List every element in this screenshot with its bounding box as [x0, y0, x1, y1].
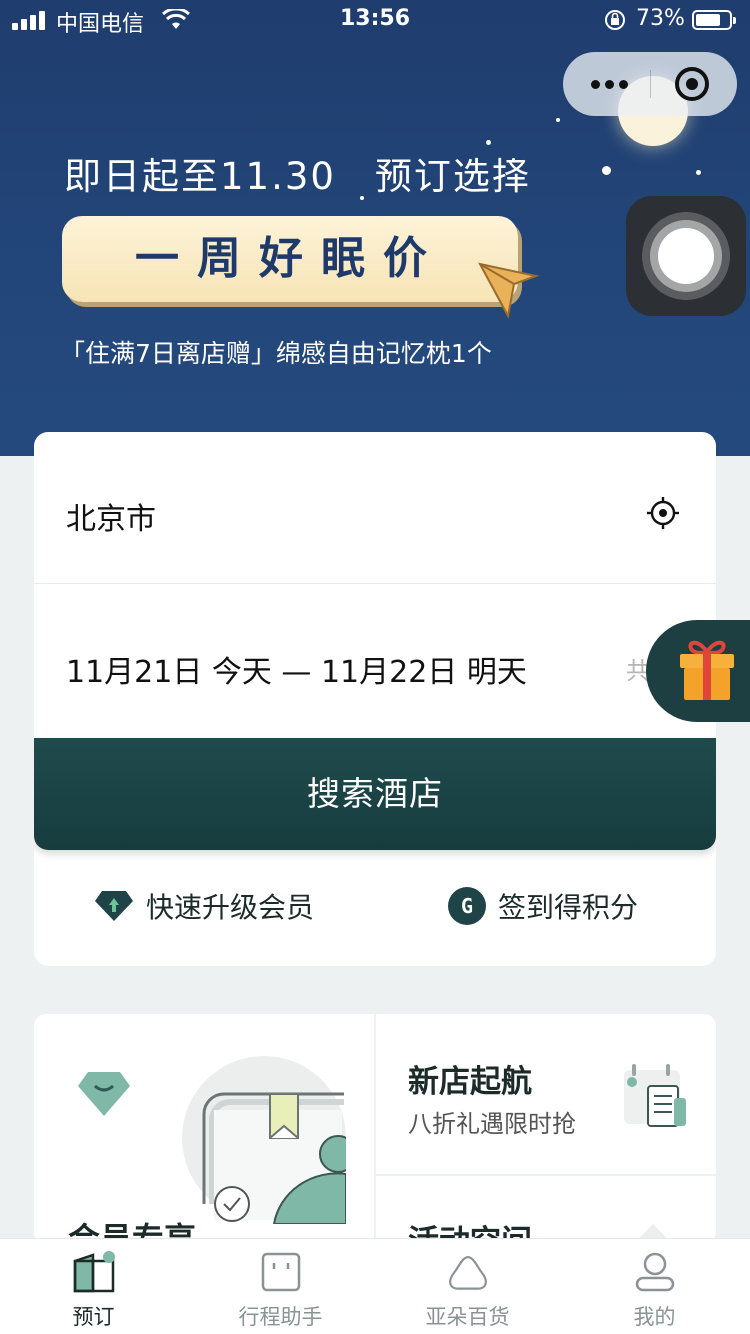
new-store-title[interactable]: 新店起航 — [408, 1056, 532, 1101]
checkin-points-label: 签到得积分 — [498, 891, 639, 924]
promo-headline: 即日起至11.30 预订选择 — [64, 155, 531, 198]
orientation-lock-icon — [605, 10, 625, 30]
tab-store-label: 亚朵百货 — [425, 1305, 510, 1329]
close-miniprogram-icon[interactable] — [675, 67, 709, 101]
new-store-subtitle: 八折礼遇限时抢 — [408, 1110, 576, 1138]
upgrade-gem-icon — [95, 891, 133, 921]
miniprogram-capsule — [563, 52, 737, 116]
search-hotel-button[interactable]: 搜索酒店 — [34, 738, 716, 850]
member-gem-icon — [78, 1072, 130, 1116]
tab-profile[interactable]: 我的 — [561, 1239, 748, 1334]
tab-itinerary[interactable]: 行程助手 — [187, 1239, 374, 1334]
promo-price-tag: 一周好眠价 — [62, 216, 518, 302]
tab-store[interactable]: 亚朵百货 — [374, 1239, 561, 1334]
promo-grid: 会员专享 新店起航 八折礼遇限时抢 活动空间 — [34, 1014, 716, 1244]
g-points-icon: G — [448, 887, 486, 925]
assistive-touch-button[interactable] — [626, 196, 746, 316]
book-icon — [73, 1251, 115, 1293]
pointer-cursor-icon — [478, 262, 540, 319]
status-bar: 中国电信 13:56 73% — [0, 0, 750, 40]
gift-icon — [680, 640, 734, 700]
bottom-tab-bar: 预订 行程助手 亚朵百货 我的 — [0, 1238, 750, 1334]
battery-percent: 73% — [636, 6, 685, 31]
more-options-icon[interactable] — [591, 74, 631, 94]
booking-card: 北京市 11月21日 今天 — 11月22日 明天 共 搜索酒店 快速升级会员 … — [34, 432, 716, 966]
city-name: 北京市 — [66, 502, 156, 537]
tab-profile-label: 我的 — [633, 1305, 676, 1329]
itinerary-icon — [261, 1252, 301, 1292]
promo-gift-note: 「住满7日离店赠」绵感自由记忆枕1个 — [60, 339, 492, 368]
city-selector[interactable]: 北京市 — [34, 432, 716, 584]
tab-book[interactable]: 预订 — [0, 1239, 187, 1334]
member-illustration — [182, 1056, 346, 1224]
tab-book-label: 预订 — [72, 1305, 115, 1329]
gift-float-button[interactable] — [646, 620, 750, 722]
checkin-points-link[interactable]: G 签到得积分 — [448, 886, 638, 926]
upgrade-member-link[interactable]: 快速升级会员 — [94, 886, 314, 926]
profile-icon — [635, 1252, 675, 1292]
date-selector[interactable]: 11月21日 今天 — 11月22日 明天 共 — [34, 585, 716, 737]
locate-icon[interactable] — [646, 496, 680, 530]
tab-itinerary-label: 行程助手 — [238, 1305, 323, 1329]
store-icon — [449, 1256, 487, 1290]
battery-icon — [692, 10, 736, 30]
calendar-document-icon — [624, 1064, 686, 1127]
date-range: 11月21日 今天 — 11月22日 明天 — [66, 655, 527, 690]
upgrade-member-label: 快速升级会员 — [146, 891, 315, 924]
